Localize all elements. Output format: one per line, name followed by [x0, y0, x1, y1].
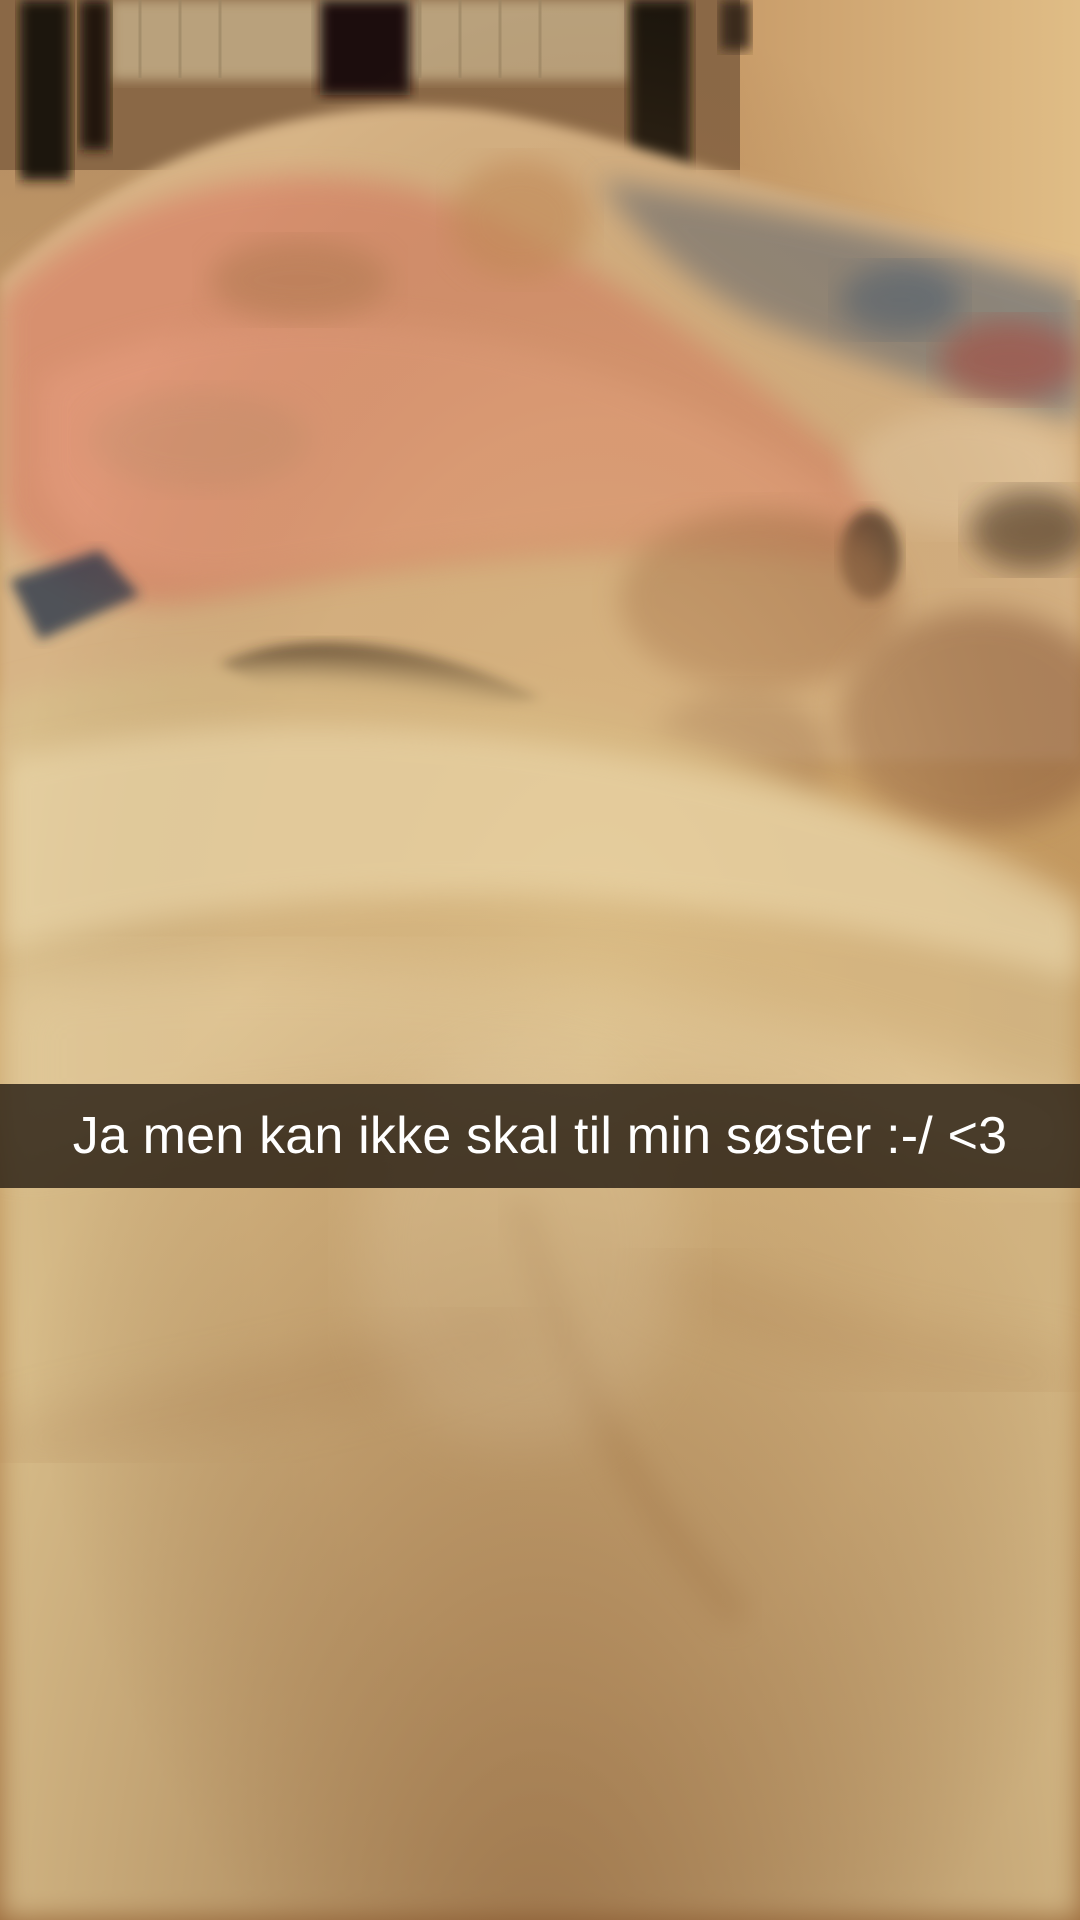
caption-bar: Ja men kan ikke skal til min søster :-/ …: [0, 1084, 1080, 1188]
snap-viewer[interactable]: Ja men kan ikke skal til min søster :-/ …: [0, 0, 1080, 1920]
photo-bed-duvet: [0, 0, 1080, 1920]
caption-text: Ja men kan ikke skal til min søster :-/ …: [72, 1107, 1008, 1165]
